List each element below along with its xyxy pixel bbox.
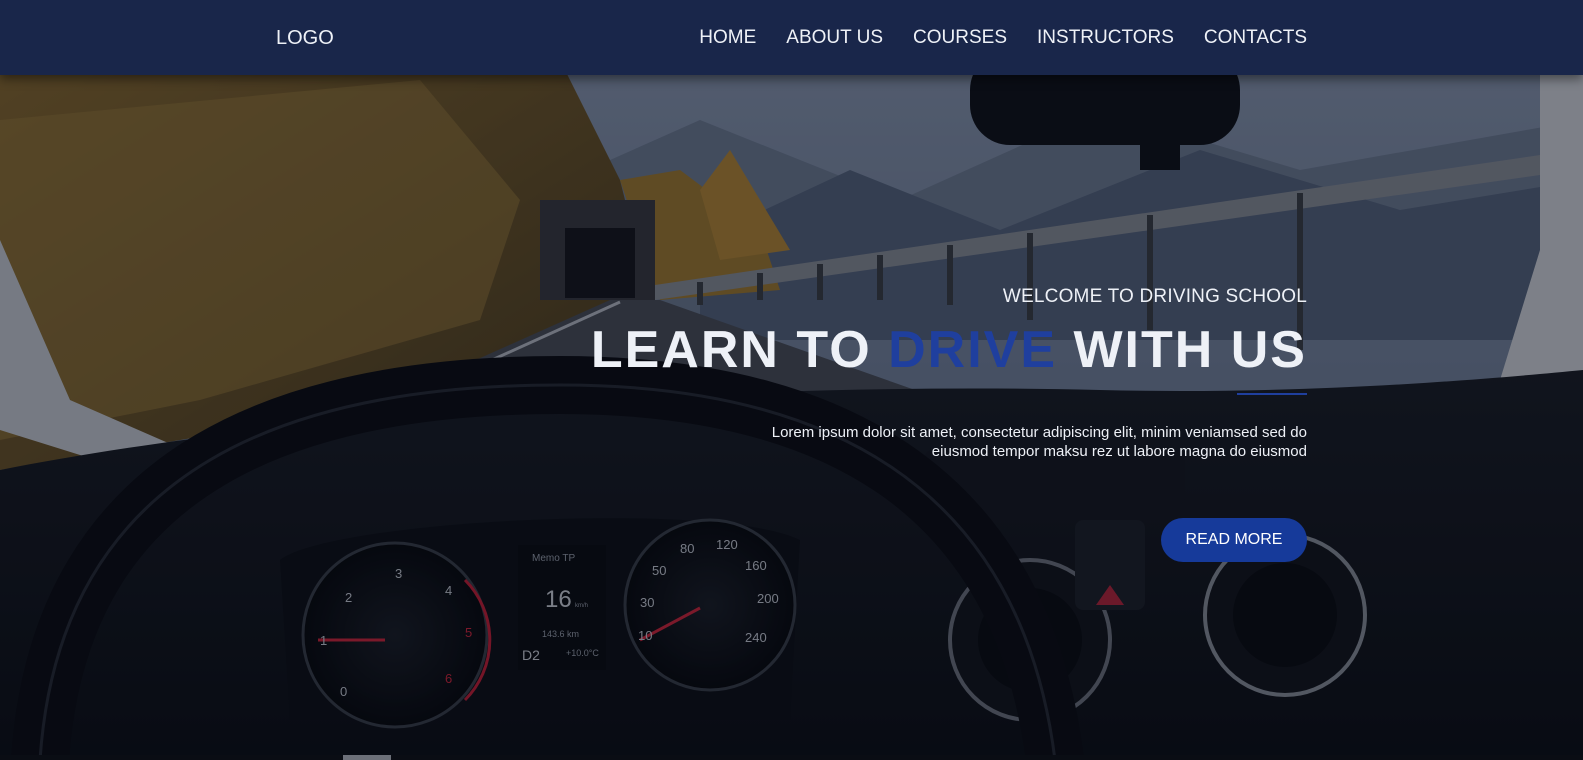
logo[interactable]: LOGO (276, 26, 334, 50)
nav-about-us[interactable]: ABOUT US (786, 26, 883, 50)
page: 12 34 56 0 10 30 50 80 120 160 200 240 Memo … (0, 0, 1583, 760)
headline-part-1: LEARN TO (590, 321, 889, 379)
hero-description-line-2: eiusmod tempor maksu rez ut labore magna… (931, 443, 1307, 460)
hero-description-line-1: Lorem ipsum dolor sit amet, consectetur … (771, 424, 1307, 441)
read-more-button[interactable]: READ MORE (1161, 518, 1307, 562)
bottom-scrollbar[interactable] (0, 755, 1583, 760)
hero-subtitle: WELCOME TO DRIVING SCHOOL (1002, 286, 1307, 307)
headline-accent: DRIVE (888, 321, 1058, 379)
nav-home[interactable]: HOME (699, 26, 756, 50)
nav-courses[interactable]: COURSES (913, 26, 1007, 50)
headline-divider (1237, 393, 1307, 395)
hero-description: Lorem ipsum dolor sit amet, consectetur … (587, 423, 1307, 461)
headline-part-2: WITH US (1057, 321, 1307, 379)
site-header: LOGO HOME ABOUT US COURSES INSTRUCTORS C… (0, 0, 1583, 75)
main-nav: HOME ABOUT US COURSES INSTRUCTORS CONTAC… (699, 26, 1307, 50)
nav-instructors[interactable]: INSTRUCTORS (1037, 26, 1174, 50)
hero-headline: LEARN TO DRIVE WITH US (587, 319, 1307, 381)
nav-contacts[interactable]: CONTACTS (1204, 26, 1307, 50)
hero-content: WELCOME TO DRIVING SCHOOL LEARN TO DRIVE… (587, 285, 1307, 562)
bottom-scrollbar-thumb[interactable] (343, 755, 391, 760)
